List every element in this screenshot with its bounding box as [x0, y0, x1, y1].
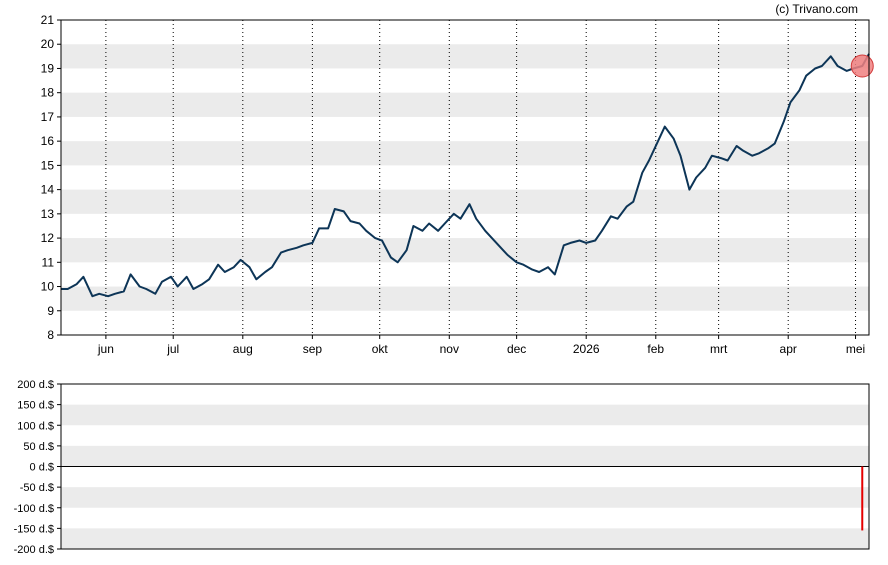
price-y-tick-label: 16	[41, 134, 55, 148]
price-x-tick-label: feb	[647, 342, 664, 356]
price-y-tick-label: 12	[41, 231, 55, 245]
volume-band	[61, 487, 869, 508]
price-band	[61, 238, 869, 263]
volume-y-tick-label: -100 d.$	[14, 503, 54, 515]
price-x-tick-label: sep	[303, 342, 323, 356]
price-x-tick-label: apr	[780, 342, 797, 356]
price-x-tick-label: nov	[440, 342, 459, 356]
price-x-tick-label: dec	[507, 342, 526, 356]
volume-band	[61, 445, 869, 467]
price-y-tick-label: 18	[41, 86, 55, 100]
price-x-tick-label: jun	[97, 342, 114, 356]
price-background-bands	[61, 44, 869, 311]
price-y-tick-label: 20	[41, 37, 55, 51]
price-x-tick-label: mrt	[710, 342, 728, 356]
volume-y-tick-label: 50 d.$	[23, 441, 54, 453]
volume-y-tick-label: -200 d.$	[14, 544, 54, 556]
volume-y-tick-label: -50 d.$	[20, 482, 54, 494]
price-chart-panel: 8 9 10 11 12 13 14 15 16 17 18 19 20 21 jun jul aug sep o…	[41, 13, 874, 356]
price-y-tick-label: 10	[41, 280, 55, 294]
last-price-marker	[850, 54, 874, 78]
chart-root: 8 9 10 11 12 13 14 15 16 17 18 19 20 21 jun jul aug sep o…	[14, 13, 874, 556]
price-x-axis-ticks: jun jul aug sep okt nov dec 2026 feb mrt apr mei	[97, 335, 865, 356]
price-y-tick-label: 8	[47, 328, 54, 342]
price-y-axis-ticks: 8 9 10 11 12 13 14 15 16 17 18 19 20 21	[41, 13, 61, 342]
volume-y-tick-label: -150 d.$	[14, 523, 54, 535]
volume-y-tick-label: 200 d.$	[17, 379, 54, 391]
volume-chart-panel: 200 d.$ 150 d.$ 100 d.$ 50 d.$ 0 d.$ -50 d.$ -…	[14, 379, 870, 556]
volume-y-tick-label: 100 d.$	[17, 420, 54, 432]
price-y-tick-label: 11	[42, 255, 55, 269]
price-band	[61, 92, 869, 117]
volume-background-bands	[61, 404, 869, 549]
price-y-tick-label: 14	[41, 183, 55, 197]
price-band	[61, 286, 869, 311]
price-y-tick-label: 9	[47, 304, 54, 318]
price-y-tick-label: 13	[41, 207, 55, 221]
volume-band	[61, 404, 869, 426]
price-x-tick-label: 2026	[573, 342, 600, 356]
price-y-tick-label: 17	[41, 110, 55, 124]
volume-y-tick-label: 0 d.$	[30, 462, 54, 474]
volume-y-axis-ticks: 200 d.$ 150 d.$ 100 d.$ 50 d.$ 0 d.$ -50 d.$ -…	[14, 379, 61, 556]
price-x-tick-label: jul	[166, 342, 179, 356]
price-band	[61, 44, 869, 69]
price-y-tick-label: 15	[41, 158, 55, 172]
price-x-tick-label: okt	[372, 342, 389, 356]
volume-band	[61, 528, 869, 549]
price-y-tick-label: 19	[41, 61, 55, 75]
price-x-tick-label: aug	[233, 342, 253, 356]
price-x-tick-label: mei	[846, 342, 865, 356]
volume-y-tick-label: 150 d.$	[17, 400, 54, 412]
price-y-tick-label: 21	[41, 13, 55, 27]
